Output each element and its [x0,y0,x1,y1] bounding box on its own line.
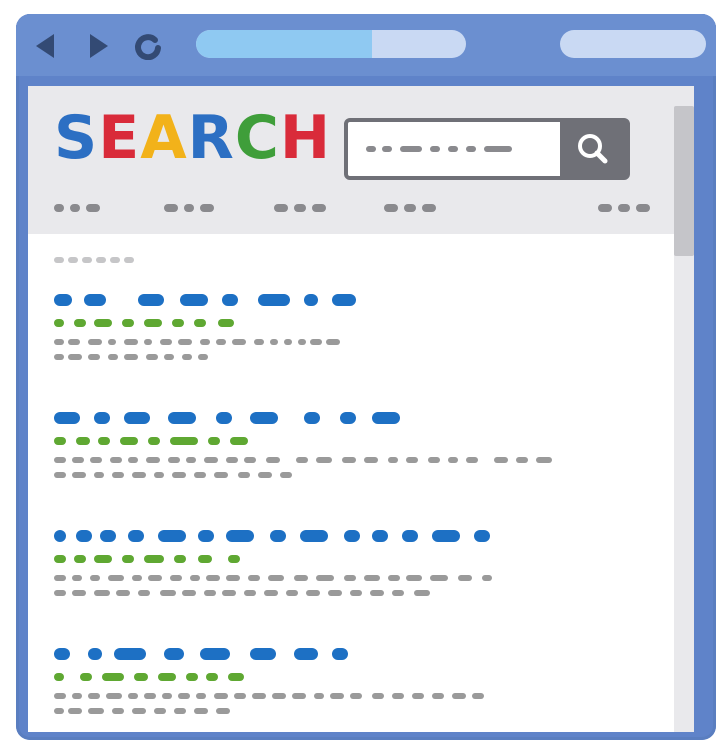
back-arrow-icon[interactable] [36,34,54,58]
result-count-placeholder [54,257,134,263]
search-nav-tabs [54,204,650,212]
search-result [54,412,552,478]
logo-letter: H [279,103,332,173]
search-logo: SEARCH [54,108,331,168]
reload-icon[interactable] [134,32,162,60]
forward-arrow-icon[interactable] [90,34,108,58]
nav-tab[interactable] [384,204,436,212]
logo-letter: A [140,103,188,173]
result-title-link[interactable] [54,530,490,542]
result-url [54,555,240,563]
logo-letter: R [187,103,235,173]
nav-tab[interactable] [164,204,214,212]
magnifier-icon [578,134,608,164]
search-result [54,294,356,360]
browser-toolbar [16,14,716,76]
logo-letter: E [98,103,141,173]
result-url [54,673,244,681]
scrollbar-thumb[interactable] [674,106,694,256]
address-progress-bar [196,30,372,58]
result-snippet [54,693,484,714]
search-result [54,648,484,714]
nav-tab[interactable] [54,204,100,212]
result-title-link[interactable] [54,412,400,424]
result-snippet [54,575,492,596]
result-snippet [54,457,552,478]
result-snippet [54,339,340,360]
result-url [54,319,234,327]
logo-letter: S [54,103,99,173]
scrollbar[interactable] [674,86,694,732]
address-bar[interactable] [196,30,466,58]
search-result [54,530,492,596]
result-title-link[interactable] [54,294,356,306]
toolbar-secondary-field[interactable] [560,30,706,58]
search-query-placeholder [366,146,512,152]
browser-window: SEARCH [16,14,716,740]
logo-letter: C [234,103,280,173]
result-title-link[interactable] [54,648,348,660]
nav-tab[interactable] [274,204,326,212]
search-button[interactable] [560,122,626,176]
nav-tab[interactable] [598,204,650,212]
page-viewport: SEARCH [28,86,694,732]
search-box [344,118,630,180]
result-url [54,437,248,445]
